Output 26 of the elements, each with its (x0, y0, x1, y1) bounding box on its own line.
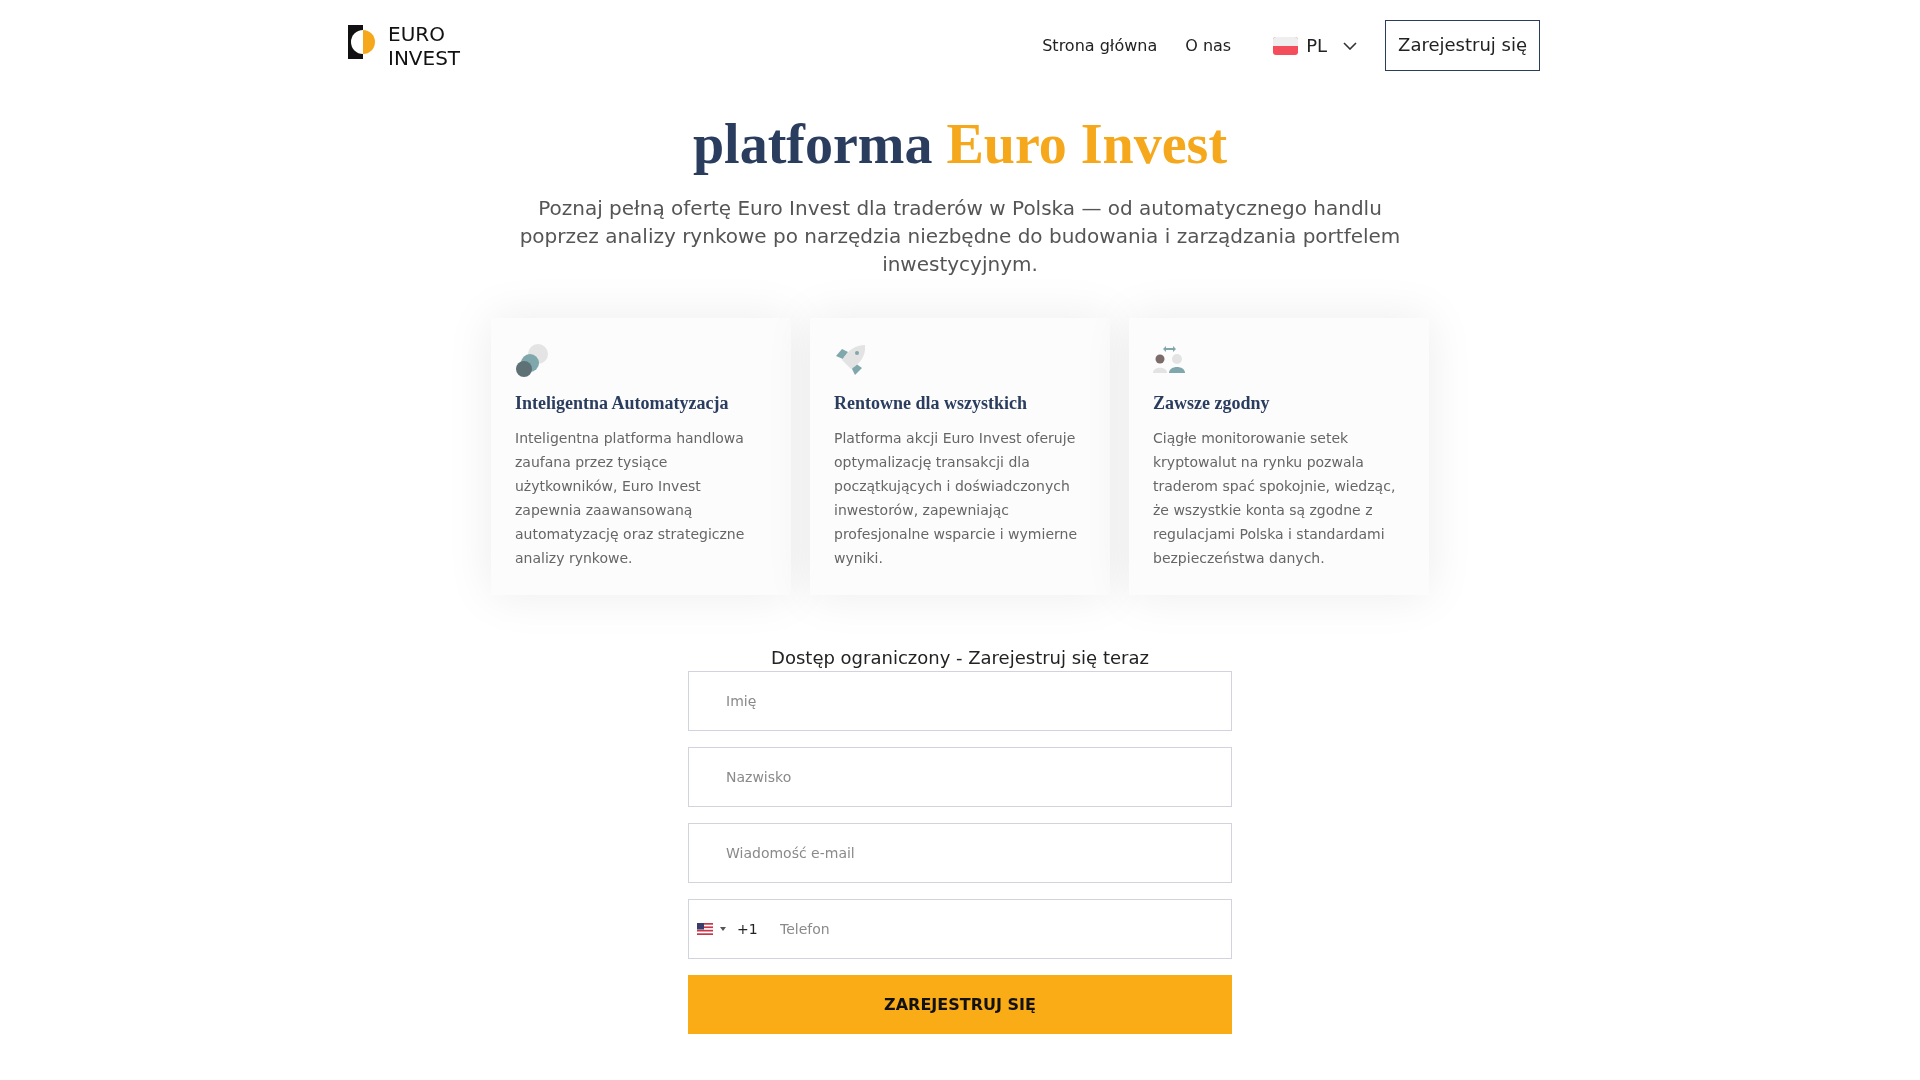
flag-icon (1273, 36, 1299, 55)
rocket-icon (834, 344, 867, 377)
language-selector[interactable]: PL (1273, 35, 1358, 56)
submit-button[interactable]: ZAREJESTRUJ SIĘ (688, 975, 1232, 1034)
signup-heading: Dostęp ograniczony - Zarejestruj się teraz (770, 647, 1150, 669)
nav-link[interactable]: O nas (1185, 36, 1232, 55)
input-field[interactable]: Wiadomość e-mail (688, 823, 1232, 883)
nav-link[interactable]: Strona główna (1042, 36, 1158, 55)
overlapping-circles-icon (515, 344, 548, 377)
feature-title: Zawsze zgodny (1153, 392, 1271, 415)
country-selector[interactable]: +1 (697, 921, 758, 937)
register-button[interactable]: Zarejestruj się (1385, 20, 1540, 71)
feature-title: Inteligentna Automatyzacja (515, 392, 730, 415)
chevron-down-icon (1343, 41, 1358, 50)
intro-text: Poznaj pełną ofertę Euro Invest dla traderów w Polska — od automatycznego handlu poprzez analizy rynkowe po narzędzia niezbędne do budowania i zarządzania portfelem inwestycyjnym. (518, 195, 1402, 278)
page-title: platforma Euro Invest (692, 112, 1228, 176)
logo-icon (348, 24, 376, 59)
flag-icon (697, 923, 713, 935)
caret-down-icon (720, 927, 726, 931)
input-field[interactable]: Nazwisko (688, 747, 1232, 807)
logo-text: EURO INVEST (388, 21, 461, 70)
input-field[interactable]: Imię (688, 671, 1232, 731)
feature-title: Rentowne dla wszystkich (834, 392, 1028, 415)
feature-text: Inteligentna platforma handlowa zaufana przez tysiące użytkowników, Euro Invest zapewnia zaawansowaną automatyzację oraz strategiczne analizy rynkowe. (515, 429, 746, 568)
feature-text: Platforma akcji Euro Invest oferuje optymalizację transakcji dla początkujących i doświadczonych inwestorów, zapewniając profesjonalne wsparcie i wymierne wyniki. (834, 429, 1078, 568)
feature-text: Ciągłe monitorowanie setek kryptowalut na rynku pozwala traderom spać spokojnie, wiedząc, że wszystkie konta są zgodne z regulacjami Polska i standardami bezpieczeństwa danych. (1153, 429, 1397, 568)
